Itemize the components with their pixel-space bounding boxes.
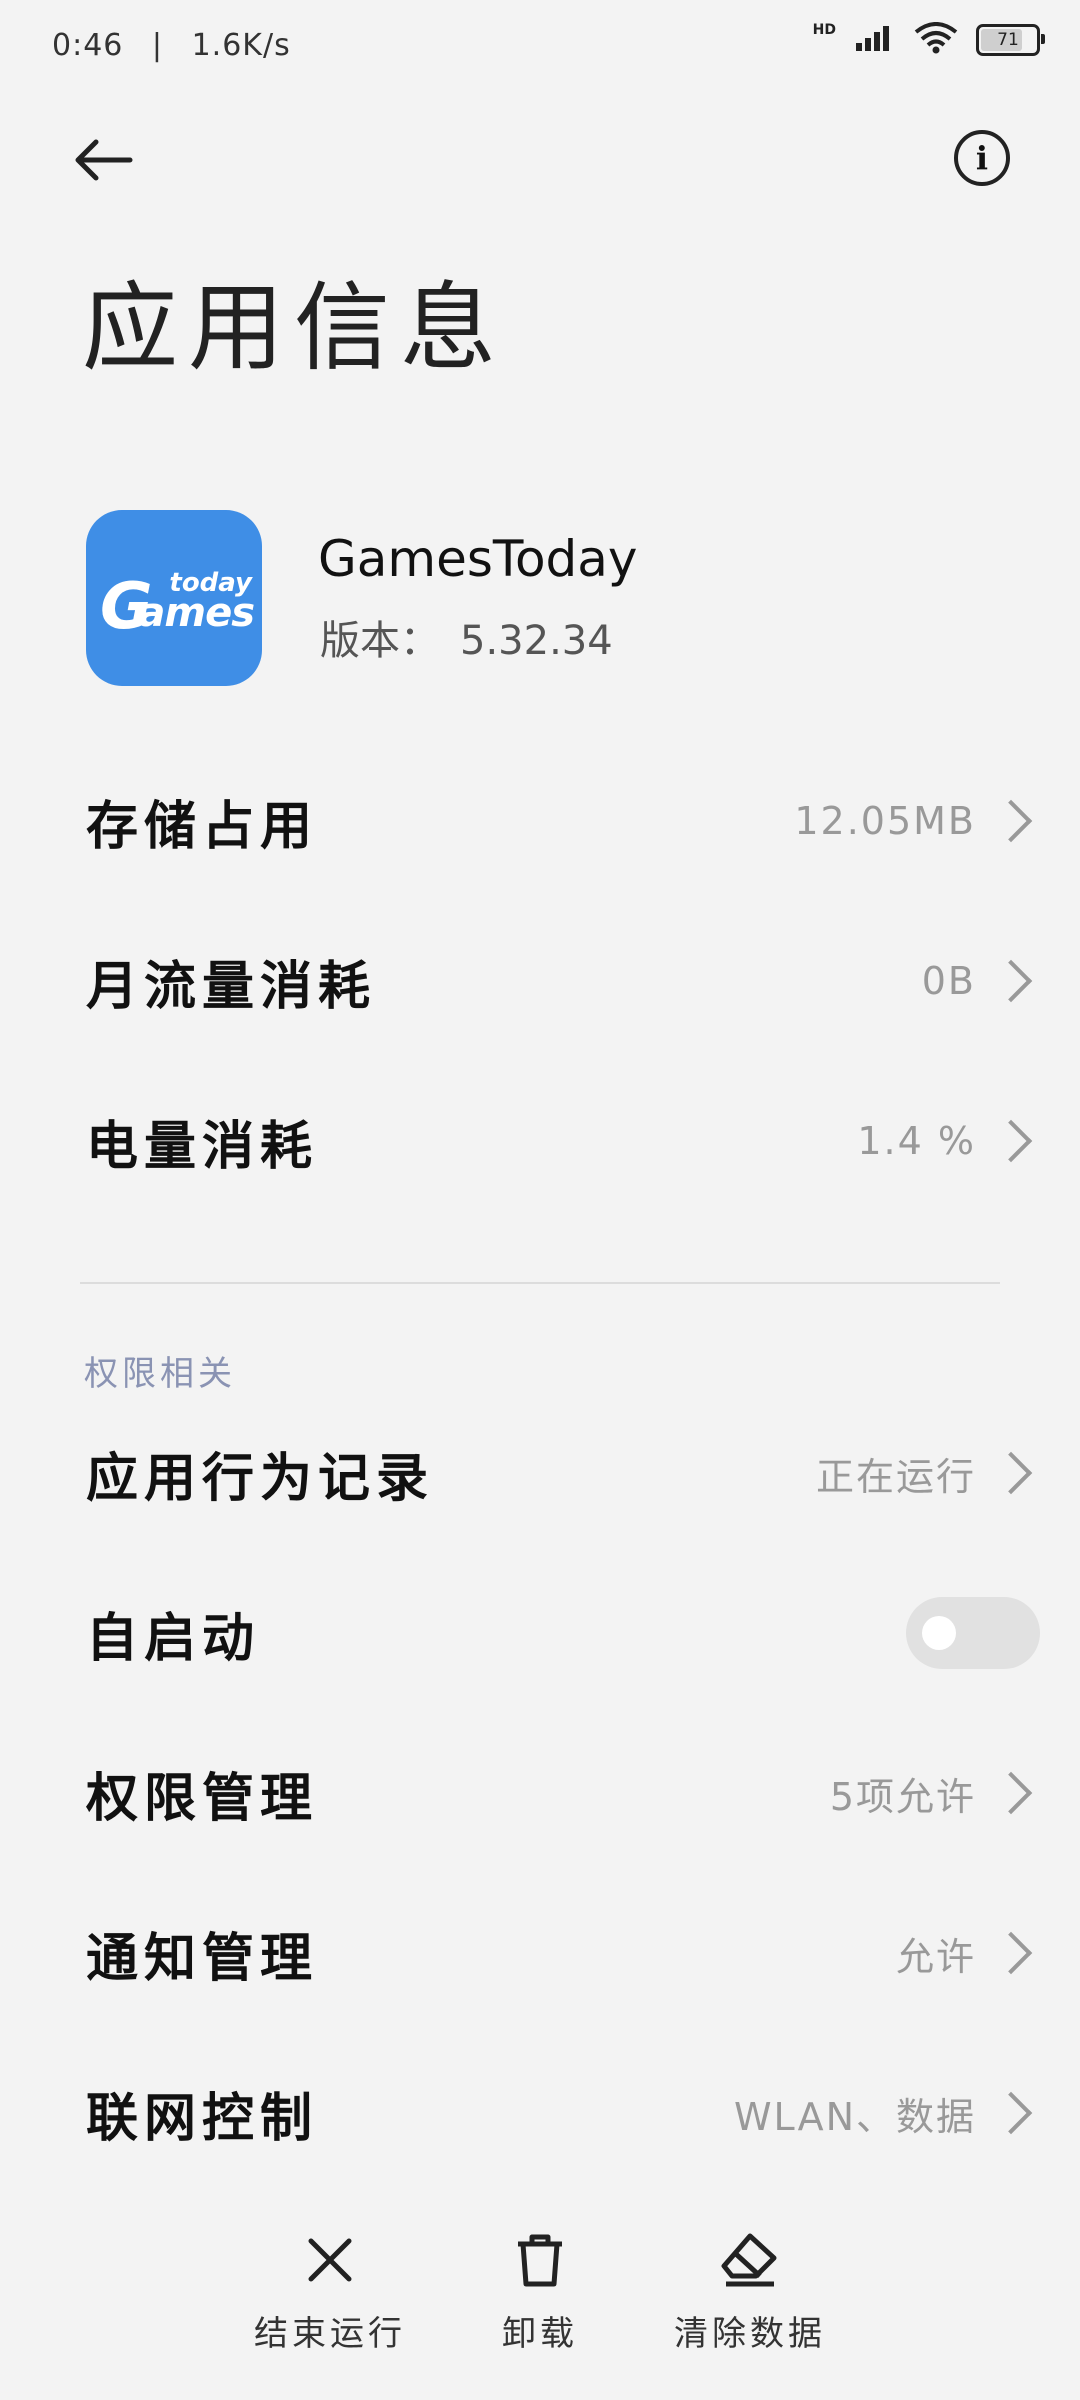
status-bar-left: 0:46 | 1.6K/s [52, 28, 291, 63]
bottom-action-bar: 结束运行 卸载 清除数据 [0, 2230, 1080, 2355]
battery-level: 71 [997, 30, 1019, 50]
row-label: 月流量消耗 [86, 956, 377, 1017]
action-label: 结束运行 [254, 2314, 406, 2354]
eraser-icon [720, 2230, 780, 2290]
back-button[interactable] [72, 130, 142, 190]
row-value: 允许 [895, 1934, 976, 1979]
network-speed: 1.6K/s [191, 28, 291, 63]
status-bar-right: HD 71 [812, 22, 1045, 58]
row-autostart: 自启动 [0, 1558, 1080, 1708]
app-version: 版本： 5.32.34 [320, 608, 613, 666]
row-permission-management[interactable]: 权限管理 5项允许 [0, 1718, 1080, 1868]
uninstall-button[interactable]: 卸载 [435, 2230, 645, 2355]
row-value: WLAN、数据 [733, 2094, 976, 2139]
version-value: 5.32.34 [460, 618, 613, 664]
signal-icon [854, 23, 896, 57]
row-value: 正在运行 [815, 1454, 976, 1499]
autostart-toggle[interactable] [906, 1597, 1040, 1669]
row-notification-management[interactable]: 通知管理 允许 [0, 1878, 1080, 2028]
chevron-right-icon [989, 2091, 1033, 2135]
close-icon [300, 2230, 360, 2290]
version-label: 版本： [320, 618, 440, 664]
chevron-right-icon [989, 1931, 1033, 1975]
chevron-right-icon [989, 799, 1033, 843]
row-value: 0B [921, 959, 976, 1003]
info-button[interactable]: i [954, 130, 1010, 186]
row-label: 应用行为记录 [86, 1448, 435, 1509]
row-label: 存储占用 [86, 796, 319, 857]
row-label: 权限管理 [86, 1768, 319, 1829]
status-separator: | [151, 28, 164, 63]
chevron-right-icon [989, 1451, 1033, 1495]
row-storage[interactable]: 存储占用 12.05MB [0, 746, 1080, 896]
status-time: 0:46 [52, 28, 124, 63]
app-name: GamesToday [318, 530, 638, 588]
app-icon-games: ames [138, 590, 255, 636]
force-stop-button[interactable]: 结束运行 [225, 2230, 435, 2355]
row-network-control[interactable]: 联网控制 WLAN、数据 [0, 2038, 1080, 2188]
wifi-icon [914, 22, 958, 58]
chevron-right-icon [989, 1771, 1033, 1815]
row-label: 自启动 [86, 1608, 261, 1669]
back-arrow-icon [75, 139, 133, 181]
hd-badge: HD [812, 22, 836, 38]
row-app-behavior-record[interactable]: 应用行为记录 正在运行 [0, 1398, 1080, 1548]
row-value: 12.05MB [794, 799, 976, 843]
action-label: 清除数据 [674, 2314, 826, 2354]
row-value: 5项允许 [829, 1774, 976, 1819]
battery-icon: 71 [976, 24, 1045, 56]
chevron-right-icon [989, 959, 1033, 1003]
row-label: 联网控制 [86, 2088, 319, 2149]
info-icon: i [975, 139, 989, 177]
row-battery-usage[interactable]: 电量消耗 1.4 % [0, 1066, 1080, 1216]
clear-data-button[interactable]: 清除数据 [645, 2230, 855, 2355]
divider [80, 1282, 1000, 1284]
row-label: 电量消耗 [86, 1116, 319, 1177]
row-label: 通知管理 [86, 1928, 319, 1989]
page-title: 应用信息 [82, 272, 506, 384]
trash-icon [510, 2230, 570, 2290]
app-icon: G today ames [86, 510, 262, 686]
action-label: 卸载 [502, 2314, 578, 2354]
chevron-right-icon [989, 1119, 1033, 1163]
section-title: 权限相关 [84, 1354, 236, 1394]
row-data-usage[interactable]: 月流量消耗 0B [0, 906, 1080, 1056]
row-value: 1.4 % [857, 1119, 976, 1163]
